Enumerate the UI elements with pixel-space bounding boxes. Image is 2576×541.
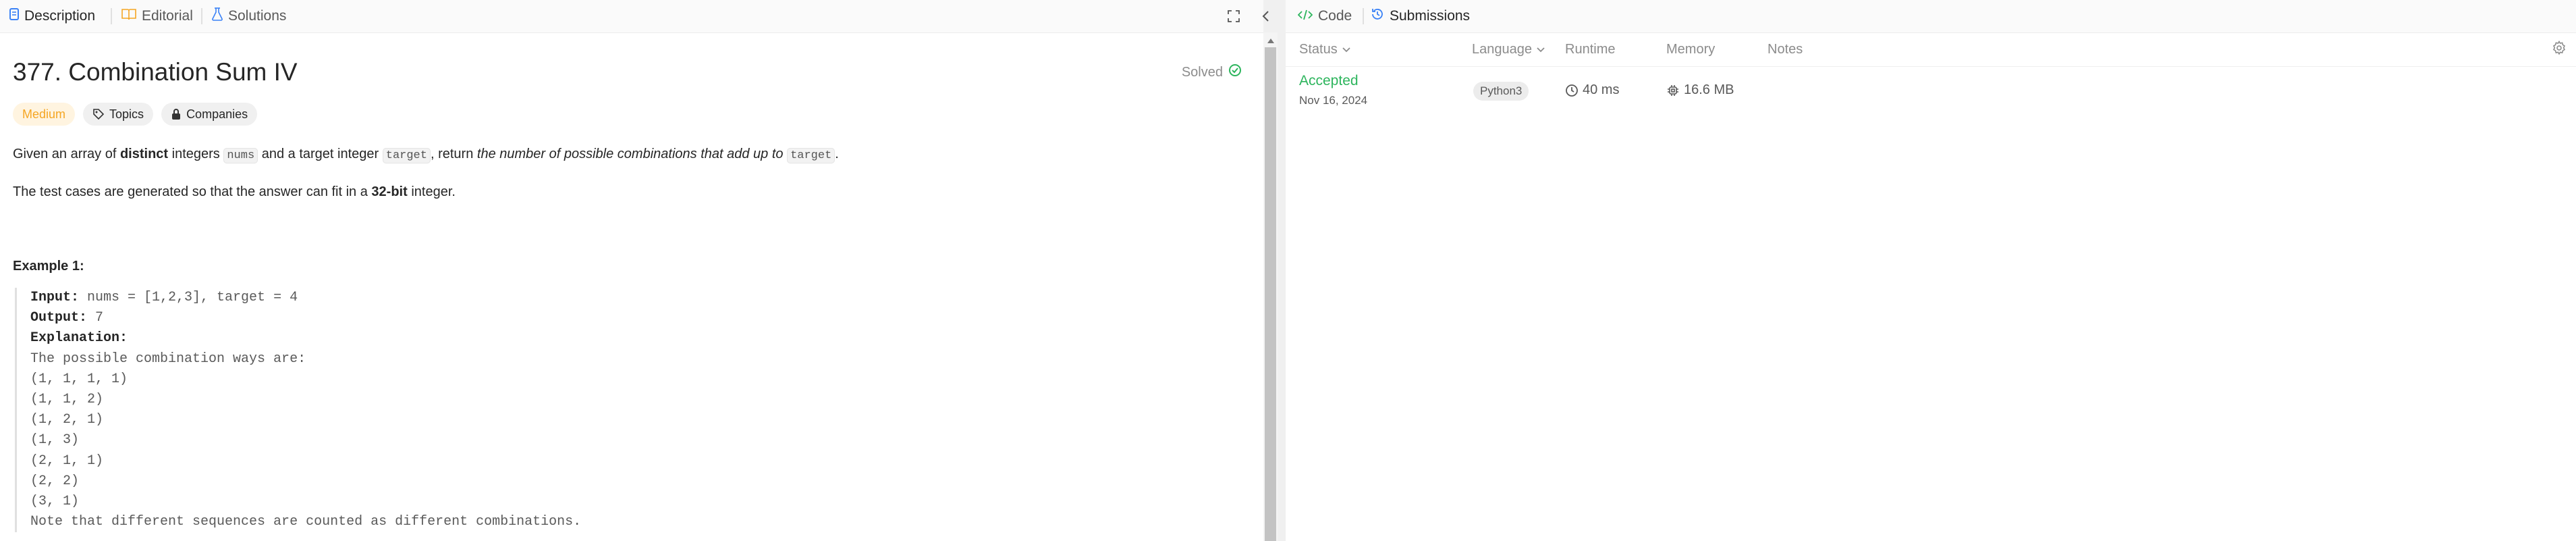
description-paragraph-1: Given an array of distinct integers nums… xyxy=(13,145,839,165)
example-output-line: Output: 7 xyxy=(30,308,581,328)
description-panel: Description Editorial Solutions 377. Com… xyxy=(0,0,1269,541)
problem-title: 377. Combination Sum IV xyxy=(13,58,298,86)
inline-code: target xyxy=(382,148,431,163)
tab-editorial[interactable]: Editorial xyxy=(121,0,193,32)
header-divider xyxy=(1286,66,2576,67)
status-column-header[interactable]: Status xyxy=(1299,42,1351,57)
book-icon xyxy=(121,8,136,24)
tab-submissions[interactable]: Submissions xyxy=(1371,0,1470,32)
memory-header-label: Memory xyxy=(1666,42,1716,57)
output-label: Output: xyxy=(30,310,88,326)
topics-chip[interactable]: Topics xyxy=(83,103,154,126)
text-italic: the number of possible combinations that… xyxy=(476,147,784,161)
tab-code[interactable]: Code xyxy=(1297,0,1352,32)
text: integers xyxy=(168,147,224,161)
input-value: nums = [1,2,3], target = 4 xyxy=(79,290,298,305)
explanation-line: (1, 1, 2) xyxy=(30,392,104,408)
right-tab-bar: Code Submissions xyxy=(1286,0,2576,33)
runtime-column-header: Runtime xyxy=(1565,42,1615,57)
chevron-down-icon xyxy=(1536,42,1545,57)
difficulty-badge: Medium xyxy=(13,103,76,126)
left-tab-bar: Description Editorial Solutions xyxy=(0,0,1269,33)
flask-icon xyxy=(212,7,223,25)
language-badge: Python3 xyxy=(1473,82,1529,101)
output-value: 7 xyxy=(87,310,104,326)
explanation-line: (2, 2) xyxy=(30,473,80,489)
explanation-line: Note that different sequences are counte… xyxy=(30,514,582,530)
explanation-line: (1, 1, 1, 1) xyxy=(30,371,128,387)
language-column-header[interactable]: Language xyxy=(1472,42,1545,57)
text: integer. xyxy=(407,184,456,199)
scroll-up-arrow-icon[interactable] xyxy=(1265,36,1276,45)
difficulty-label: Medium xyxy=(22,107,66,121)
lock-icon xyxy=(171,108,182,120)
explanation-line: (3, 1) xyxy=(30,494,80,510)
tab-divider xyxy=(111,8,112,24)
explanation-line: (2, 1, 1) xyxy=(30,453,104,469)
problem-tags: Medium Topics Companies xyxy=(13,103,258,126)
explanation-line: (1, 3) xyxy=(30,432,80,448)
solved-label: Solved xyxy=(1181,64,1223,80)
scrollbar-thumb[interactable] xyxy=(1265,47,1276,541)
solved-badge: Solved xyxy=(1182,63,1242,81)
inline-code: target xyxy=(787,148,835,163)
settings-gear-icon[interactable] xyxy=(2552,40,2567,59)
language-header-label: Language xyxy=(1472,42,1532,57)
text: and a target integer xyxy=(258,147,383,161)
memory-value: 16.6 MB xyxy=(1666,82,1734,98)
explanation-line: (1, 2, 1) xyxy=(30,412,104,428)
chevron-down-icon xyxy=(1342,42,1351,57)
history-icon xyxy=(1371,7,1384,25)
example-title: Example 1: xyxy=(13,259,84,274)
explanation-label: Explanation: xyxy=(30,330,128,346)
companies-chip[interactable]: Companies xyxy=(161,103,258,126)
tab-editorial-label: Editorial xyxy=(142,8,193,24)
text: . xyxy=(835,147,839,161)
clock-icon xyxy=(1565,84,1579,97)
chip-icon xyxy=(1666,84,1680,97)
companies-label: Companies xyxy=(186,107,248,121)
code-icon xyxy=(1297,8,1313,24)
status-header-label: Status xyxy=(1299,42,1338,57)
example-input-line: Input: nums = [1,2,3], target = 4 xyxy=(30,288,581,308)
tab-description-label: Description xyxy=(24,8,96,24)
text-bold: 32-bit xyxy=(371,184,408,199)
submission-date: Nov 16, 2024 xyxy=(1299,94,1368,107)
inline-code: nums xyxy=(223,148,258,163)
check-circle-icon xyxy=(1228,63,1242,81)
tab-submissions-label: Submissions xyxy=(1390,8,1471,24)
tab-description[interactable]: Description xyxy=(9,0,95,32)
notes-column-header: Notes xyxy=(1767,42,1803,57)
notes-header-label: Notes xyxy=(1767,42,1803,57)
submissions-panel: Code Submissions Status Language Runtime… xyxy=(1286,0,2576,541)
runtime-header-label: Runtime xyxy=(1565,42,1616,57)
tab-divider xyxy=(201,8,202,24)
tab-solutions[interactable]: Solutions xyxy=(212,0,286,32)
collapse-left-icon[interactable] xyxy=(1257,7,1276,26)
submission-status[interactable]: Accepted xyxy=(1299,73,1359,89)
tab-divider xyxy=(1363,8,1364,24)
input-label: Input: xyxy=(30,290,80,305)
runtime-value: 40 ms xyxy=(1565,82,1619,98)
text: The test cases are generated so that the… xyxy=(13,184,372,199)
example-block: Input: nums = [1,2,3], target = 4 Output:… xyxy=(15,288,582,533)
explanation-line: The possible combination ways are: xyxy=(30,351,306,367)
fullscreen-icon[interactable] xyxy=(1224,7,1243,26)
text: , return xyxy=(430,147,477,161)
topics-label: Topics xyxy=(109,107,144,121)
description-icon xyxy=(9,8,19,24)
tab-code-label: Code xyxy=(1318,8,1352,24)
tag-icon xyxy=(92,108,105,120)
runtime-text: 40 ms xyxy=(1583,82,1620,97)
text: Given an array of xyxy=(13,147,120,161)
memory-column-header: Memory xyxy=(1666,42,1715,57)
tab-solutions-label: Solutions xyxy=(228,8,287,24)
example-explanation-label: Explanation: xyxy=(30,328,581,349)
text-bold: distinct xyxy=(119,147,169,161)
description-paragraph-2: The test cases are generated so that the… xyxy=(13,182,456,201)
memory-text: 16.6 MB xyxy=(1684,82,1734,97)
